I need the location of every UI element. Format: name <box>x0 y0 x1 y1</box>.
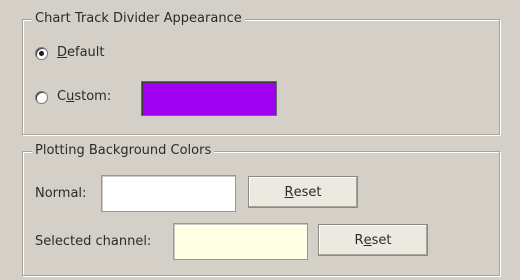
reset-selected-accel: e <box>363 232 372 248</box>
custom-label-pre: C <box>57 89 67 104</box>
selected-channel-label: Selected channel: <box>35 234 152 249</box>
reset-selected-button[interactable]: Re set <box>318 224 428 256</box>
default-label-post: efault <box>67 45 105 60</box>
reset-selected-pre: R <box>354 232 364 248</box>
custom-radio-label[interactable]: Custom: <box>57 88 111 106</box>
default-radio-label[interactable]: Default <box>57 44 105 62</box>
reset-selected-rest: set <box>371 232 392 248</box>
custom-radio-button[interactable] <box>35 90 48 104</box>
default-label-accel: D <box>57 45 68 60</box>
track-divider-group: Chart Track Divider Appearance Default C… <box>22 11 500 135</box>
radio-selected-dot <box>39 50 44 56</box>
track-divider-group-title: Chart Track Divider Appearance <box>32 11 245 27</box>
default-radio-option[interactable]: Default <box>35 44 105 62</box>
custom-divider-color-swatch[interactable] <box>141 81 277 116</box>
normal-color-label: Normal: <box>35 186 87 201</box>
plotting-background-group-title: Plotting Background Colors <box>32 143 215 159</box>
custom-radio-option[interactable]: Custom: <box>35 88 111 106</box>
reset-normal-button[interactable]: Reset <box>248 176 358 208</box>
normal-background-color-swatch[interactable] <box>101 175 236 212</box>
reset-normal-rest: eset <box>293 184 322 200</box>
reset-normal-accel: R <box>284 184 294 200</box>
plotting-background-group: Plotting Background Colors Normal: Reset… <box>22 143 500 276</box>
custom-label-post: stom: <box>74 89 112 104</box>
selected-channel-color-swatch[interactable] <box>173 223 308 260</box>
default-radio-button[interactable] <box>35 46 48 60</box>
options-panel: Chart Track Divider Appearance Default C… <box>0 0 520 280</box>
